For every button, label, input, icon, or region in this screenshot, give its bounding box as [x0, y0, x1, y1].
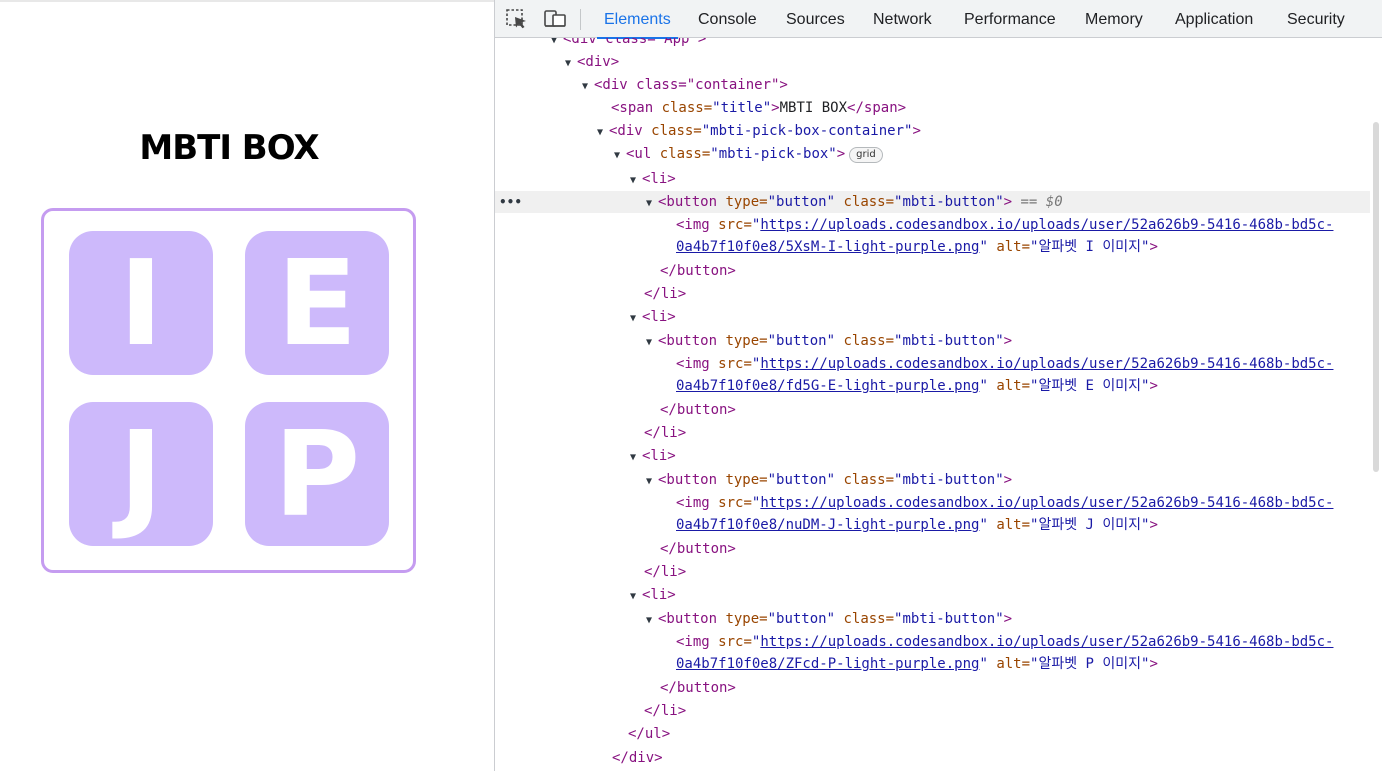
dom-node-li-close[interactable]: </li>	[495, 422, 1371, 444]
expand-arrow-icon[interactable]: ▼	[630, 170, 642, 192]
dom-node-img[interactable]: <img src="https://uploads.codesandbox.io…	[495, 214, 1371, 236]
img-src-link[interactable]: https://uploads.codesandbox.io/uploads/u…	[760, 495, 1333, 511]
dom-node-div[interactable]: ▼ <div>	[495, 51, 1371, 73]
dom-tree-scrollbar[interactable]	[1370, 38, 1382, 771]
dom-node-button-close[interactable]: </button>	[495, 260, 1371, 282]
mbti-pick-box: I E J P	[41, 208, 416, 573]
mbti-button-e[interactable]: E	[245, 231, 389, 375]
more-options-icon[interactable]: •••	[499, 191, 522, 213]
expand-arrow-icon[interactable]: ▼	[630, 447, 642, 469]
app-preview: MBTI BOX I E J P	[0, 0, 494, 771]
dom-node-li-close[interactable]: </li>	[495, 561, 1371, 583]
expand-arrow-icon[interactable]: ▼	[646, 610, 658, 632]
img-src-link[interactable]: https://uploads.codesandbox.io/uploads/u…	[760, 217, 1333, 233]
dom-node-img-cont: 0a4b7f10f0e8/nuDM-J-light-purple.png" al…	[676, 517, 1158, 533]
tab-performance[interactable]: Performance	[964, 0, 1056, 38]
scroll-thumb[interactable]	[1373, 122, 1379, 472]
dom-node-li[interactable]: ▼ <li>	[495, 306, 1371, 328]
expand-arrow-icon[interactable]: ▼	[551, 38, 563, 52]
dom-node-img[interactable]: <img src="https://uploads.codesandbox.io…	[495, 353, 1371, 375]
tab-console[interactable]: Console	[698, 0, 757, 38]
dom-node-button-selected[interactable]: ••• ▼ <button type="button" class="mbti-b…	[495, 191, 1371, 213]
mbti-button-p[interactable]: P	[245, 402, 389, 546]
letter-e-image: E	[276, 234, 358, 372]
tab-elements[interactable]: Elements	[597, 0, 678, 39]
tab-network[interactable]: Network	[873, 0, 932, 38]
dom-node-ul[interactable]: ▼ <ul class="mbti-pick-box"> grid	[495, 143, 1371, 165]
tab-application[interactable]: Application	[1175, 0, 1253, 38]
dom-node-button-close[interactable]: </button>	[495, 677, 1371, 699]
img-src-link[interactable]: 0a4b7f10f0e8/nuDM-J-light-purple.png	[676, 517, 979, 533]
letter-j-image: J	[119, 405, 163, 543]
dom-node-button[interactable]: ▼ <button type="button" class="mbti-butto…	[495, 469, 1371, 491]
dom-node-img-cont: 0a4b7f10f0e8/fd5G-E-light-purple.png" al…	[676, 378, 1158, 394]
dom-node-img[interactable]: <img src="https://uploads.codesandbox.io…	[495, 492, 1371, 514]
expand-arrow-icon[interactable]: ▼	[597, 122, 609, 144]
letter-i-image: I	[119, 234, 163, 372]
expand-arrow-icon[interactable]: ▼	[582, 76, 594, 98]
dom-node-li[interactable]: ▼ <li>	[495, 584, 1371, 606]
dom-node-div-close[interactable]: </div>	[495, 747, 1371, 769]
device-toolbar-icon[interactable]	[544, 9, 566, 29]
dom-node-img-cont: 0a4b7f10f0e8/ZFcd-P-light-purple.png" al…	[676, 656, 1158, 672]
inspect-element-icon[interactable]	[506, 9, 528, 29]
img-src-link[interactable]: 0a4b7f10f0e8/fd5G-E-light-purple.png	[676, 378, 979, 394]
dom-node-container[interactable]: ▼ <div class="container">	[495, 74, 1371, 96]
dom-node-ul-close[interactable]: </ul>	[495, 723, 1371, 745]
expand-arrow-icon[interactable]: ▼	[614, 145, 626, 167]
img-src-link[interactable]: 0a4b7f10f0e8/5XsM-I-light-purple.png	[676, 239, 979, 255]
expand-arrow-icon[interactable]: ▼	[630, 586, 642, 608]
dom-tree: ▼ <div class="App"> ▼ <div> ▼ <div class="c…	[495, 38, 1371, 771]
expand-arrow-icon[interactable]: ▼	[565, 53, 577, 75]
img-src-link[interactable]: https://uploads.codesandbox.io/uploads/u…	[760, 356, 1333, 372]
tab-security[interactable]: Security	[1287, 0, 1345, 38]
expand-arrow-icon[interactable]: ▼	[646, 471, 658, 493]
dom-node-li[interactable]: ▼ <li>	[495, 445, 1371, 467]
tab-memory[interactable]: Memory	[1085, 0, 1143, 38]
img-src-link[interactable]: https://uploads.codesandbox.io/uploads/u…	[760, 634, 1333, 650]
mbti-button-i[interactable]: I	[69, 231, 213, 375]
dom-node-app[interactable]: ▼ <div class="App">	[495, 38, 1371, 50]
grid-badge[interactable]: grid	[849, 147, 883, 163]
devtools-toolbar: Elements Console Sources Network Perform…	[495, 0, 1382, 39]
dom-node-button[interactable]: ▼ <button type="button" class="mbti-butto…	[495, 330, 1371, 352]
expand-arrow-icon[interactable]: ▼	[646, 332, 658, 354]
dom-node-li[interactable]: ▼ <li>	[495, 168, 1371, 190]
toolbar-separator	[580, 9, 581, 30]
dom-node-button[interactable]: ▼ <button type="button" class="mbti-butto…	[495, 608, 1371, 630]
dom-node-button-close[interactable]: </button>	[495, 538, 1371, 560]
dom-node-button-close[interactable]: </button>	[495, 399, 1371, 421]
mbti-button-j[interactable]: J	[69, 402, 213, 546]
tab-sources[interactable]: Sources	[786, 0, 845, 38]
dom-node-li-close[interactable]: </li>	[495, 283, 1371, 305]
dom-node-pick-box-container[interactable]: ▼ <div class="mbti-pick-box-container">	[495, 120, 1371, 142]
img-src-link[interactable]: 0a4b7f10f0e8/ZFcd-P-light-purple.png	[676, 656, 979, 672]
dom-node-li-close[interactable]: </li>	[495, 700, 1371, 722]
expand-arrow-icon[interactable]: ▼	[630, 308, 642, 330]
dom-node-img[interactable]: <img src="https://uploads.codesandbox.io…	[495, 631, 1371, 653]
dom-node-span-title[interactable]: <span class="title">MBTI BOX</span>	[495, 97, 1371, 119]
dom-node-img-cont: 0a4b7f10f0e8/5XsM-I-light-purple.png" al…	[676, 239, 1158, 255]
expand-arrow-icon[interactable]: ▼	[646, 193, 658, 215]
devtools-panel: Elements Console Sources Network Perform…	[494, 0, 1382, 771]
page-title: MBTI BOX	[139, 128, 319, 168]
letter-p-image: P	[273, 405, 361, 543]
